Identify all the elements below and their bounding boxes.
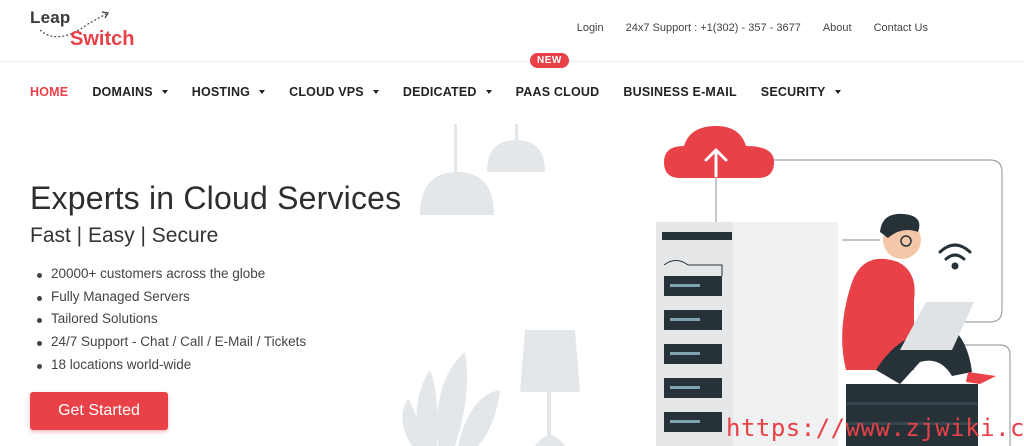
server-rack-icon xyxy=(656,222,838,446)
feature-item: 18 locations world-wide xyxy=(36,354,306,377)
feature-item: Fully Managed Servers xyxy=(36,286,306,309)
nav-item-paas-cloud[interactable]: PAAS CLOUD xyxy=(516,85,600,99)
get-started-button[interactable]: Get Started xyxy=(30,392,168,430)
nav-label: SECURITY xyxy=(760,85,826,99)
feature-list: 20000+ customers across the globe Fully … xyxy=(36,263,306,376)
cloud-upload-icon xyxy=(664,126,774,178)
login-link[interactable]: Login xyxy=(577,22,604,34)
watermark-text: https://www.zjwiki.com xyxy=(726,414,1024,442)
plant-icon xyxy=(402,352,500,446)
nav-label: DOMAINS xyxy=(92,85,153,99)
caret-down-icon xyxy=(834,90,841,94)
top-header: Leap Switch Login 24x7 Support : +1(302)… xyxy=(0,0,1024,62)
nav-label: HOME xyxy=(30,85,69,99)
nav-label: CLOUD VPS xyxy=(289,85,364,99)
feature-item: 20000+ customers across the globe xyxy=(36,263,306,286)
about-link[interactable]: About xyxy=(823,22,852,34)
wifi-icon xyxy=(938,243,972,270)
nav-item-domains[interactable]: DOMAINS xyxy=(92,85,168,99)
caret-down-icon xyxy=(161,90,168,94)
pendant-lamp-icon xyxy=(420,124,545,215)
nav-label: PAAS CLOUD xyxy=(515,85,600,99)
new-badge: NEW xyxy=(530,53,569,68)
nav-item-hosting[interactable]: HOSTING xyxy=(191,85,266,99)
nav-item-security[interactable]: SECURITY xyxy=(761,85,841,99)
hero-illustration xyxy=(402,124,1011,446)
leapswitch-logo[interactable]: Leap Switch xyxy=(28,6,148,56)
caret-down-icon xyxy=(372,90,379,94)
caret-down-icon xyxy=(485,90,492,94)
feature-item: 24/7 Support - Chat / Call / E-Mail / Ti… xyxy=(36,331,306,354)
caret-down-icon xyxy=(259,90,266,94)
support-phone-link[interactable]: 24x7 Support : +1(302) - 357 - 3677 xyxy=(626,22,801,34)
main-nav: HOME DOMAINS HOSTING CLOUD VPS DEDICATED… xyxy=(30,85,865,99)
feature-item: Tailored Solutions xyxy=(36,308,306,331)
hero-title: Experts in Cloud Services xyxy=(30,180,402,216)
logo-text-leap: Leap xyxy=(30,8,71,27)
person-with-laptop-icon xyxy=(842,213,996,446)
nav-item-dedicated[interactable]: DEDICATED xyxy=(403,85,492,99)
floor-lamp-icon xyxy=(520,330,580,446)
nav-label: BUSINESS E-MAIL xyxy=(623,85,737,99)
nav-label: HOSTING xyxy=(191,85,251,99)
nav-label: DEDICATED xyxy=(402,85,477,99)
utility-links: Login 24x7 Support : +1(302) - 357 - 367… xyxy=(577,22,928,34)
logo-text-switch: Switch xyxy=(70,28,135,50)
contact-us-link[interactable]: Contact Us xyxy=(874,22,928,34)
nav-item-business-email[interactable]: BUSINESS E-MAIL xyxy=(623,85,736,99)
nav-item-cloud-vps[interactable]: CLOUD VPS xyxy=(289,85,379,99)
nav-item-home[interactable]: HOME xyxy=(30,85,68,99)
hero-subtitle: Fast | Easy | Secure xyxy=(30,224,219,247)
